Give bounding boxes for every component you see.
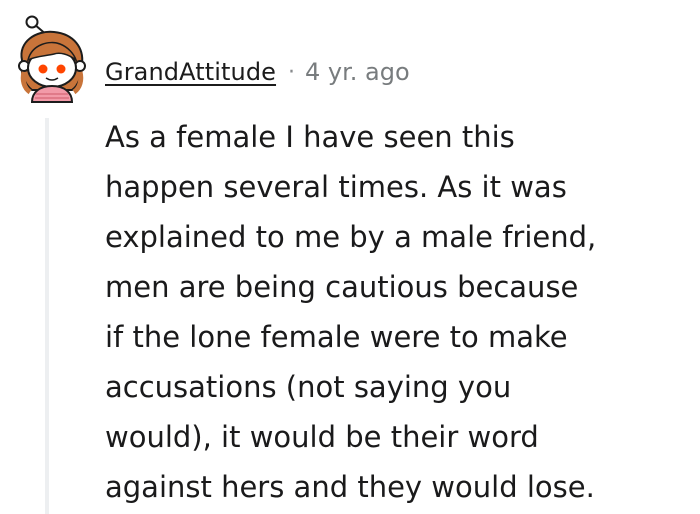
avatar[interactable] — [10, 14, 94, 104]
comment-body-line: against hers and they would lose. — [105, 470, 595, 504]
comment-body-line: accusations (not saying you — [105, 370, 512, 404]
comment-body-line: explained to me by a male friend, — [105, 220, 597, 254]
comment-body-line: As a female I have seen this — [105, 120, 515, 154]
comment-body-line: happen several times. As it was — [105, 170, 567, 204]
comment-body: As a female I have seen this happen seve… — [105, 112, 665, 512]
author-link[interactable]: GrandAttitude — [105, 58, 276, 86]
comment-body-line: if the lone female were to make — [105, 320, 568, 354]
comment-header: GrandAttitude · 4 yr. ago — [105, 54, 410, 90]
meta-separator: · — [288, 59, 296, 85]
comment-timestamp[interactable]: 4 yr. ago — [305, 58, 410, 86]
snoo-avatar-icon — [18, 15, 86, 103]
comment: GrandAttitude · 4 yr. ago As a female I … — [0, 0, 700, 514]
comment-body-line: would), it would be their word — [105, 420, 539, 454]
thread-line[interactable] — [45, 118, 49, 514]
comment-body-line: men are being cautious because — [105, 270, 579, 304]
